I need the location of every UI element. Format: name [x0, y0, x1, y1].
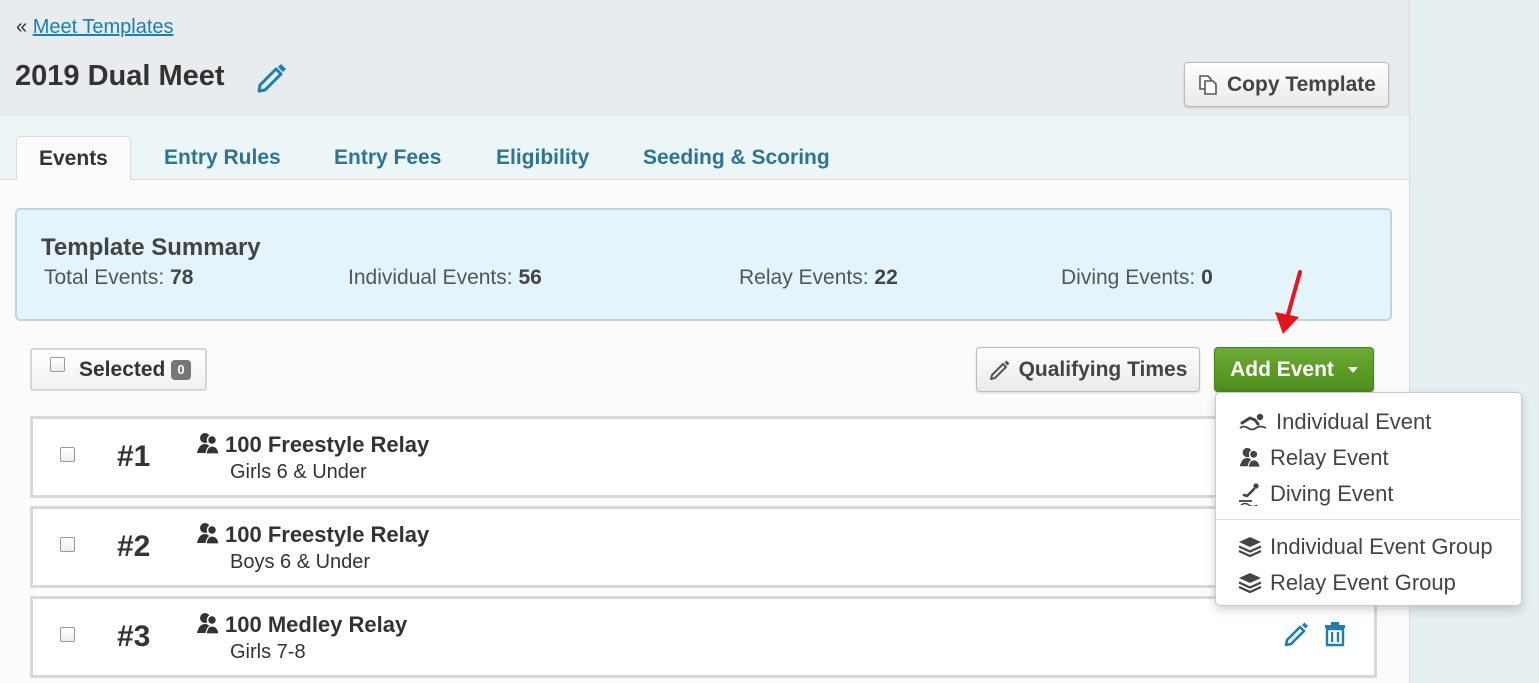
menu-item-individual-event-group[interactable]: Individual Event Group	[1238, 531, 1493, 563]
event-number: #2	[117, 530, 151, 563]
edit-title-pencil-icon[interactable]	[254, 60, 288, 94]
copy-icon	[1199, 74, 1217, 95]
summary-heading: Template Summary	[41, 234, 261, 261]
tab-seeding-scoring[interactable]: Seeding & Scoring	[643, 136, 830, 180]
copy-template-button[interactable]: Copy Template	[1184, 62, 1389, 107]
add-event-label: Add Event	[1230, 357, 1334, 381]
template-summary: Template Summary Total Events: 78 Indivi…	[15, 208, 1392, 321]
menu-item-relay-event[interactable]: Relay Event	[1238, 442, 1389, 474]
event-name: 100 Medley Relay	[225, 612, 408, 637]
delete-trash-icon[interactable]	[1323, 621, 1347, 652]
menu-item-individual-event[interactable]: Individual Event	[1238, 406, 1431, 438]
event-row: #2 100 Freestyle Relay Boys 6 & Under	[30, 506, 1377, 588]
add-event-dropdown-menu: Individual Event Relay Event Diving Even…	[1215, 392, 1522, 606]
caret-down-icon	[1347, 366, 1358, 373]
event-row: #1 100 Freestyle Relay Girls 6 & Under	[30, 416, 1377, 498]
breadcrumb-link-meet-templates[interactable]: Meet Templates	[33, 16, 174, 38]
layers-icon	[1238, 573, 1262, 594]
pencil-icon	[989, 360, 1010, 380]
event-row-checkbox[interactable]	[60, 627, 75, 642]
tab-entry-rules[interactable]: Entry Rules	[164, 136, 281, 180]
stat-diving-events: Diving Events: 0	[1061, 266, 1213, 289]
diver-icon	[1239, 483, 1259, 506]
main-panel: « Meet Templates 2019 Dual Meet Copy Tem…	[0, 0, 1409, 683]
add-event-button[interactable]: Add Event	[1214, 347, 1374, 392]
event-group: Boys 6 & Under	[230, 551, 371, 573]
relay-icon	[195, 431, 221, 462]
menu-item-diving-event[interactable]: Diving Event	[1238, 478, 1394, 510]
swimmer-icon	[1239, 413, 1267, 431]
copy-template-label: Copy Template	[1227, 72, 1376, 96]
event-number: #1	[117, 440, 151, 473]
select-all-control[interactable]: Selected 0	[30, 348, 207, 391]
event-name: 100 Freestyle Relay	[225, 432, 430, 457]
event-number: #3	[117, 620, 151, 653]
layers-icon	[1238, 537, 1262, 558]
event-row-checkbox[interactable]	[60, 537, 75, 552]
event-name: 100 Freestyle Relay	[225, 522, 430, 547]
edit-pencil-icon[interactable]	[1283, 621, 1309, 652]
tab-eligibility[interactable]: Eligibility	[496, 136, 589, 180]
tab-bar: Events Entry Rules Entry Fees Eligibilit…	[0, 116, 1409, 181]
selected-count-badge: 0	[171, 359, 191, 380]
tab-events[interactable]: Events	[16, 136, 131, 181]
selected-label: Selected	[79, 357, 166, 381]
stat-relay-events: Relay Events: 22	[739, 266, 898, 289]
annotation-arrow-icon	[1275, 270, 1302, 334]
breadcrumb: « Meet Templates	[16, 16, 174, 39]
stat-total-events: Total Events: 78	[44, 266, 194, 289]
menu-divider	[1216, 519, 1521, 520]
event-group: Girls 7-8	[230, 641, 306, 663]
row-actions	[1283, 621, 1347, 652]
qualifying-times-button[interactable]: Qualifying Times	[976, 347, 1200, 392]
page-title: 2019 Dual Meet	[15, 60, 225, 92]
event-row: #3 100 Medley Relay Girls 7-8	[30, 596, 1377, 678]
relay-icon	[195, 521, 221, 552]
breadcrumb-prefix: «	[16, 16, 28, 38]
relay-icon	[1239, 447, 1261, 468]
event-row-checkbox[interactable]	[60, 447, 75, 462]
page-header: « Meet Templates 2019 Dual Meet Copy Tem…	[0, 0, 1409, 116]
menu-item-relay-event-group[interactable]: Relay Event Group	[1238, 567, 1456, 599]
qualifying-times-label: Qualifying Times	[1018, 357, 1188, 381]
relay-icon	[195, 611, 221, 642]
select-all-checkbox[interactable]	[50, 357, 65, 372]
stat-individual-events: Individual Events: 56	[348, 266, 542, 289]
event-group: Girls 6 & Under	[230, 461, 367, 483]
tab-entry-fees[interactable]: Entry Fees	[334, 136, 441, 180]
